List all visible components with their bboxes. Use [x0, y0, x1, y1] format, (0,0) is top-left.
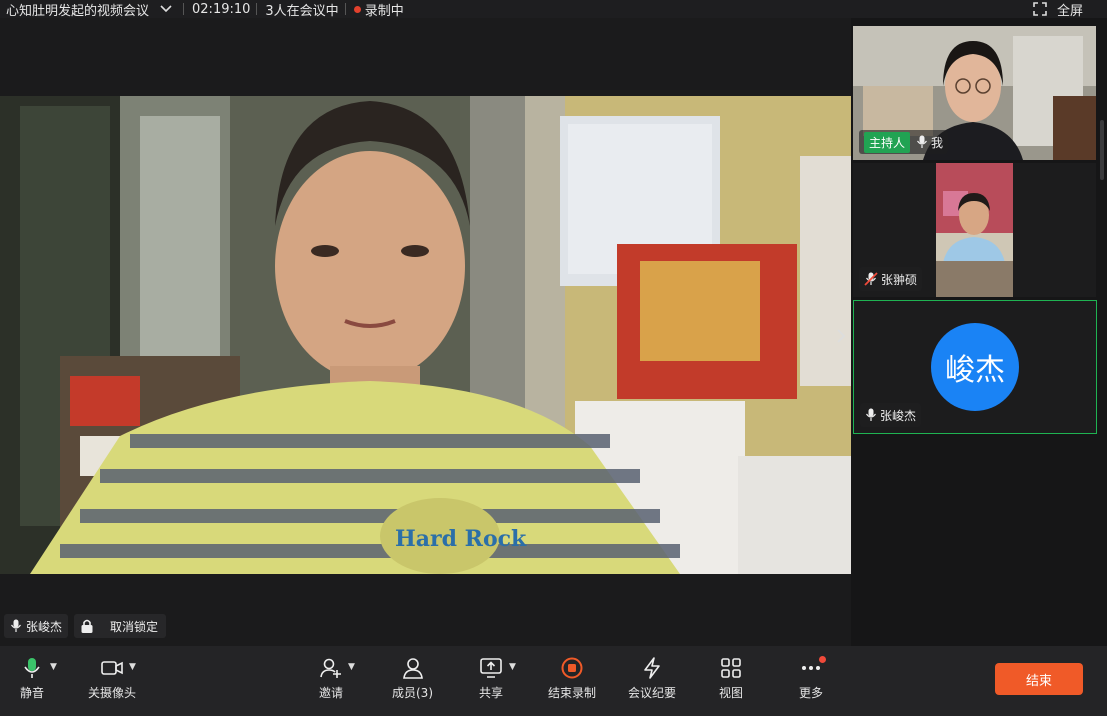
chevron-right-icon[interactable] — [834, 324, 848, 348]
unlock-speaker-button[interactable]: 取消锁定 — [74, 614, 166, 638]
end-meeting-button[interactable]: 结束 — [995, 663, 1083, 695]
view-button[interactable]: 视图 — [719, 656, 743, 701]
speaker-video-frame: Hard Rock — [0, 96, 851, 574]
microphone-icon — [917, 135, 927, 148]
participant-name: 张峻杰 — [880, 408, 917, 423]
fullscreen-icon — [1033, 2, 1047, 16]
participant-tile-host[interactable]: 主持人 我 — [853, 26, 1096, 160]
more-button[interactable]: 更多 — [799, 656, 826, 701]
camera-label: 关摄像头 — [88, 686, 137, 700]
camera-button[interactable]: 关摄像头 ▼ — [88, 656, 136, 701]
microphone-icon — [11, 619, 21, 632]
meeting-duration: 02:19:10 — [192, 1, 251, 17]
stop-recording-label: 结束录制 — [548, 686, 597, 700]
host-name: 我 — [931, 135, 944, 150]
members-label: 成员(3) — [392, 686, 433, 700]
participant-name: 张翀硕 — [881, 272, 918, 287]
microphone-icon — [24, 658, 40, 678]
share-screen-icon — [480, 658, 502, 678]
participant-name-tag: 张翀硕 — [859, 267, 923, 291]
view-label: 视图 — [719, 686, 744, 700]
divider — [183, 3, 185, 15]
share-button[interactable]: 共享 ▼ — [479, 656, 516, 701]
main-stage: Hard Rock 张峻杰 取消锁定 — [0, 18, 851, 646]
host-name-tag: 主持人 我 — [859, 130, 949, 154]
invite-button[interactable]: 邀请 ▼ — [319, 656, 355, 701]
camera-icon — [101, 661, 123, 675]
stop-recording-button[interactable]: 结束录制 — [548, 656, 596, 701]
fullscreen-button[interactable]: 全屏 — [1033, 0, 1083, 19]
divider — [344, 3, 346, 15]
participant-tile-2[interactable]: 张翀硕 — [853, 163, 1096, 297]
microphone-icon — [866, 408, 876, 421]
lock-icon — [81, 619, 93, 633]
svg-text:Hard Rock: Hard Rock — [395, 526, 527, 552]
share-label: 共享 — [479, 686, 504, 700]
speaker-name-tag: 张峻杰 — [4, 614, 69, 638]
unlock-label: 取消锁定 — [110, 619, 159, 634]
chevron-down-icon[interactable]: ▼ — [50, 662, 57, 672]
recording-dot-icon — [353, 5, 361, 13]
fullscreen-label: 全屏 — [1056, 3, 1083, 19]
participant-tile-active[interactable]: 峻杰 张峻杰 — [853, 300, 1097, 434]
divider — [256, 3, 258, 15]
participants-panel: 主持人 我 张翀硕 峻杰 张峻杰 — [851, 18, 1107, 646]
chevron-down-icon[interactable]: ▼ — [348, 662, 355, 672]
chevron-down-icon[interactable]: ▼ — [129, 662, 136, 672]
more-label: 更多 — [799, 686, 824, 700]
participants-count[interactable]: 3人在会议中 — [265, 0, 338, 19]
speaker-name: 张峻杰 — [26, 619, 63, 634]
lightning-icon — [644, 657, 660, 679]
meeting-title[interactable]: 心知肚明发起的视频会议 — [0, 0, 149, 19]
members-icon — [402, 658, 423, 679]
members-button[interactable]: 成员(3) — [392, 656, 433, 701]
title-bar: 心知肚明发起的视频会议 02:19:10 3人在会议中 录制中 全屏 — [0, 0, 1107, 19]
microphone-muted-icon — [864, 272, 878, 286]
invite-label: 邀请 — [319, 686, 344, 700]
host-badge: 主持人 — [864, 131, 911, 153]
mute-button[interactable]: 静音 ▼ — [20, 656, 57, 701]
notification-dot — [819, 656, 826, 663]
chevron-down-icon[interactable] — [159, 2, 173, 16]
participant-avatar: 峻杰 — [931, 323, 1019, 411]
meeting-minutes-label: 会议纪要 — [628, 686, 677, 700]
main-video[interactable]: Hard Rock — [0, 96, 851, 574]
meeting-toolbar: 静音 ▼ 关摄像头 ▼ 邀请 ▼ 成员(3) 共享 ▼ 结束录制 会议纪要 视图… — [0, 646, 1107, 716]
grid-view-icon — [721, 658, 741, 678]
add-user-icon — [320, 658, 341, 678]
chevron-down-icon[interactable]: ▼ — [509, 662, 516, 672]
mute-label: 静音 — [20, 686, 45, 700]
participant-name-tag: 张峻杰 — [860, 403, 922, 427]
panel-scrollbar[interactable] — [1100, 120, 1104, 180]
recording-status: 录制中 — [364, 3, 404, 19]
meeting-minutes-button[interactable]: 会议纪要 — [628, 656, 676, 701]
stop-record-icon — [561, 657, 583, 679]
